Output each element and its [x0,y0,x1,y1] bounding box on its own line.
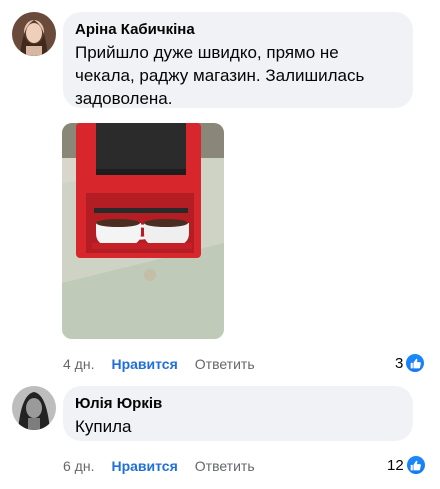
reaction-count[interactable]: 3 [395,354,425,372]
reply-button[interactable]: Ответить [195,457,255,475]
comment-photo[interactable] [62,123,224,339]
comment-time[interactable]: 4 дн. [63,355,94,373]
like-thumb-icon [406,456,425,474]
comment-author[interactable]: Юлія Юрків [75,394,401,413]
comment-author[interactable]: Аріна Кабичкіна [75,20,401,39]
comment-actions: 4 дн. Нравится Ответить [63,355,255,373]
reaction-count-number: 3 [395,354,404,372]
like-button[interactable]: Нравится [111,355,177,373]
comment-bubble: Аріна Кабичкіна Прийшло дуже швидко, пря… [63,12,413,108]
reaction-count-number: 12 [387,456,404,474]
reaction-count[interactable]: 12 [387,456,425,474]
comment-text: Прийшло дуже швидко, прямо не чекала, ра… [75,43,365,108]
comment-text: Купила [75,417,132,436]
avatar[interactable] [12,12,56,56]
comment-time[interactable]: 6 дн. [63,457,94,475]
comment-actions: 6 дн. Нравится Ответить [63,457,255,475]
like-thumb-icon [406,354,425,372]
avatar[interactable] [12,386,56,430]
like-button[interactable]: Нравится [111,457,177,475]
comment-bubble: Юлія Юрків Купила [63,386,413,441]
reply-button[interactable]: Ответить [195,355,255,373]
